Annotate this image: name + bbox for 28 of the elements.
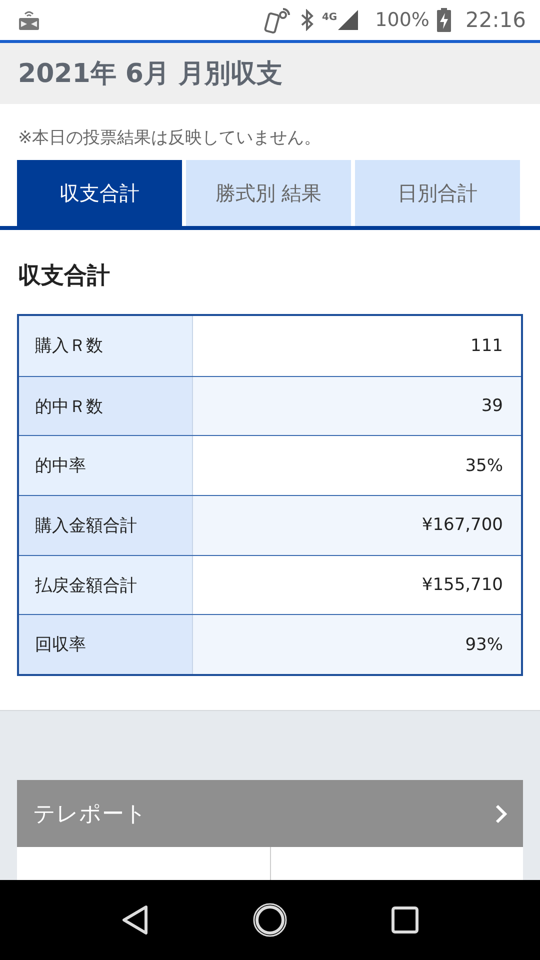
row-label: 購入Ｒ数 xyxy=(19,316,193,376)
row-label: 払戻金額合計 xyxy=(19,556,193,614)
row-label: 的中率 xyxy=(19,436,193,496)
notice-text: ※本日の投票結果は反映していません。 xyxy=(18,127,322,150)
battery-charging-icon xyxy=(437,8,452,32)
recents-icon[interactable] xyxy=(390,906,419,934)
section-title: 収支合計 xyxy=(18,262,111,291)
tab[interactable]: 日別合計 xyxy=(355,160,520,226)
teleport-link[interactable]: テレポート xyxy=(17,780,523,848)
signal-icon xyxy=(337,9,360,31)
chevron-right-icon xyxy=(495,804,507,824)
row-label: 購入金額合計 xyxy=(19,496,193,555)
page-title: 2021年 6月 月別収支 xyxy=(18,58,283,91)
home-icon[interactable] xyxy=(252,902,288,938)
row-label: 回収率 xyxy=(19,615,193,674)
clock: 22:16 xyxy=(465,8,526,32)
row-value: 93% xyxy=(193,615,521,674)
tab[interactable]: 収支合計 xyxy=(17,160,182,226)
row-value: 39 xyxy=(193,376,521,436)
network-type: 4G xyxy=(322,12,338,23)
battery-level: 100% xyxy=(375,9,430,31)
nfc-phone-icon xyxy=(264,6,292,34)
tab[interactable]: 勝式別 結果 xyxy=(186,160,351,226)
bluetooth-icon xyxy=(300,9,314,31)
row-value: ¥167,700 xyxy=(193,496,521,555)
screen-cast-icon xyxy=(18,9,40,31)
back-icon[interactable] xyxy=(121,904,150,936)
row-label: 的中Ｒ数 xyxy=(19,376,193,436)
